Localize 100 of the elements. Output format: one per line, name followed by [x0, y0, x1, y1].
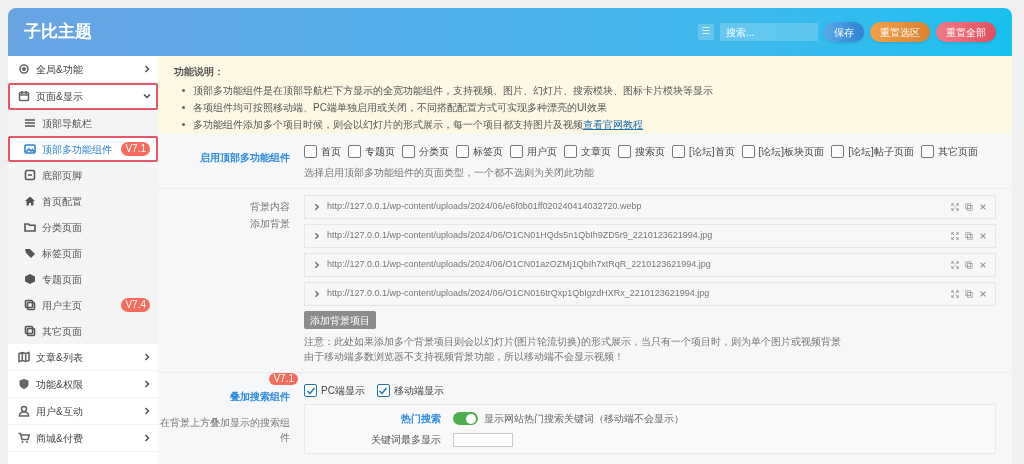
expand-icon[interactable]: [951, 203, 959, 211]
sidebar-subitem[interactable]: 专题页面: [8, 266, 158, 292]
item-url: http://127.0.0.1/wp-content/uploads/2024/06/O1CN016trQxp1QbIgzdHXRx_2210123621994.jpg: [327, 287, 710, 301]
chevron-right-icon: [142, 64, 152, 74]
sidebar-subitem[interactable]: 首页配置: [8, 188, 158, 214]
checkbox[interactable]: [564, 145, 577, 158]
close-icon[interactable]: [979, 203, 987, 211]
checkbox-option[interactable]: 移动端显示: [376, 383, 444, 398]
checkbox[interactable]: [402, 145, 415, 158]
number-stepper[interactable]: [453, 432, 513, 447]
chevron-right-icon: [313, 203, 321, 211]
checkbox-option[interactable]: 专题页: [348, 144, 395, 159]
version-badge: V7.1: [269, 373, 298, 385]
checkbox[interactable]: [831, 145, 845, 158]
checkbox-option[interactable]: PC端显示: [304, 383, 365, 398]
chevron-right-icon: [142, 352, 152, 362]
checkbox[interactable]: [304, 145, 317, 158]
close-icon[interactable]: [979, 261, 987, 269]
sidebar-subitem[interactable]: 顶部多功能组件 V7.1: [8, 136, 158, 162]
sidebar-subitem[interactable]: 顶部导航栏: [8, 110, 158, 136]
item-url: http://127.0.0.1/wp-content/uploads/2024/06/e6f0b01ff020240414032720.webp: [327, 200, 642, 214]
tag-icon: [24, 247, 36, 259]
checkbox[interactable]: [618, 145, 631, 158]
field-label: 叠加搜索组件: [230, 391, 290, 402]
note-text: 由于移动端多数浏览器不支持视频背景功能，所以移动端不会显示视频！: [304, 350, 625, 364]
bullet-icon: [182, 106, 185, 109]
expand-icon[interactable]: [951, 261, 959, 269]
chevron-right-icon: [313, 261, 321, 269]
checkbox-option[interactable]: 首页: [304, 144, 341, 159]
sidebar-subitem[interactable]: 用户主页 V7.4: [8, 292, 158, 318]
copy-icon[interactable]: [965, 261, 973, 269]
chevron-right-icon: [313, 232, 321, 240]
chevron-right-icon: [142, 379, 152, 389]
checkbox-option[interactable]: 分类页: [402, 144, 449, 159]
home-icon: [24, 195, 36, 207]
note-text: 注意：此处如果添加多个背景项目则会以幻灯片(图片轮流切换)的形式展示，当只有一个项目时，则为单个图片或视频背景: [304, 335, 842, 349]
checkbox[interactable]: [376, 384, 390, 397]
checkbox[interactable]: [456, 145, 469, 158]
field-sublabel: 添加背景: [250, 217, 290, 231]
chevron-right-icon: [142, 433, 152, 443]
toggle-switch[interactable]: [453, 412, 478, 425]
shield-icon: [18, 378, 30, 390]
item-url: http://127.0.0.1/wp-content/uploads/2024/06/O1CN01HQds5n1QbIh9ZD5r9_2210123621994.jpg: [327, 229, 713, 243]
checkbox-option[interactable]: [论坛]首页: [672, 144, 735, 159]
menu-icon: [24, 117, 36, 129]
notice-text: 顶部多功能组件是在顶部导航栏下方显示的全宽功能组件，支持视频、图片、幻灯片、搜索模块、图标卡片模块等显示: [193, 84, 713, 98]
chevron-right-icon: [313, 290, 321, 298]
checkbox[interactable]: [672, 145, 685, 158]
checkbox-option[interactable]: 标签页: [456, 144, 503, 159]
checkbox[interactable]: [304, 384, 317, 397]
folder-icon: [24, 221, 36, 233]
checkbox[interactable]: [741, 145, 755, 158]
version-badge: V7.4: [121, 298, 150, 312]
copy-icon: [24, 325, 36, 337]
notice-text: 多功能组件添加多个项目时候，则会以幻灯片的形式展示，每一个项目都支持图片及视频: [193, 118, 583, 132]
calendar-icon: [18, 90, 30, 102]
checkbox[interactable]: [920, 145, 934, 158]
copy-icon[interactable]: [965, 232, 973, 240]
field-description: 在背景上方叠加显示的搜索组件: [159, 416, 290, 445]
checkbox-option[interactable]: [论坛]帖子页面: [831, 144, 914, 159]
book-icon: [18, 351, 30, 363]
close-icon[interactable]: [979, 290, 987, 298]
notice-text: 各项组件均可按照移动端、PC端单独启用或关闭，不同搭配配置方式可实现多种漂亮的UI效果: [193, 101, 607, 115]
panel-icon: [24, 169, 36, 181]
notice-title: 功能说明：: [174, 65, 225, 79]
checkbox-option[interactable]: 文章页: [564, 144, 611, 159]
field-description: 选择启用顶部多功能组件的页面类型，一个都不选则为关闭此功能: [304, 166, 595, 180]
checkbox-option[interactable]: 其它页面: [920, 144, 978, 159]
chevron-down-icon: [142, 91, 152, 101]
checkbox-option[interactable]: 搜索页: [618, 144, 665, 159]
sidebar-subitem[interactable]: 分类页面: [8, 214, 158, 240]
checkbox-option[interactable]: 用户页: [510, 144, 557, 159]
sidebar-subitem[interactable]: 底部页脚: [8, 162, 158, 188]
copy-icon: [24, 299, 36, 311]
user-icon: [18, 405, 30, 417]
version-badge: V7.1: [121, 142, 150, 156]
field-label: 关键词最多显示: [370, 433, 442, 447]
checkbox[interactable]: [510, 145, 523, 158]
sidebar-subitem[interactable]: 其它页面: [8, 318, 158, 344]
bullet-icon: [182, 89, 185, 92]
item-url: http://127.0.0.1/wp-content/uploads/2024/06/O1CN01azOZMj1QbIh7xtRqR_2210123621994.jpg: [327, 258, 711, 272]
expand-icon[interactable]: [951, 232, 959, 240]
copy-icon[interactable]: [965, 203, 973, 211]
field-label: 热门搜索: [400, 412, 442, 426]
field-label: 背景内容: [250, 200, 290, 214]
close-icon[interactable]: [979, 232, 987, 240]
field-label: 启用顶部多功能组件: [200, 152, 290, 163]
sidebar-subitem[interactable]: 标签页面: [8, 240, 158, 266]
app-title: 子比主题: [24, 21, 92, 44]
bullet-icon: [182, 123, 185, 126]
checkbox[interactable]: [348, 145, 361, 158]
cart-icon: [18, 432, 30, 444]
sidebar-item[interactable]: 页面&显示: [8, 83, 158, 110]
cube-icon: [24, 273, 36, 285]
tutorial-link[interactable]: 查看官网教程: [583, 117, 643, 132]
toggle-description: 显示网站热门搜索关键词（移动端不会显示）: [484, 412, 684, 426]
image-icon: [24, 143, 36, 155]
expand-icon[interactable]: [951, 290, 959, 298]
checkbox-option[interactable]: [论坛]板块页面: [741, 144, 825, 159]
copy-icon[interactable]: [965, 290, 973, 298]
